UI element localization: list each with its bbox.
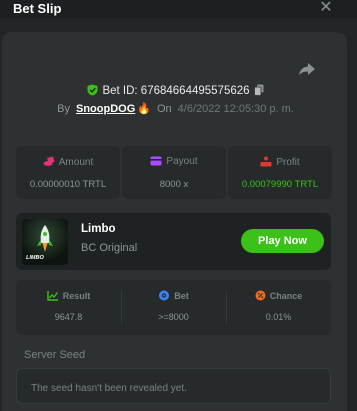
result-column: Result 9647.8: [16, 280, 121, 335]
stat-value: 0.00079990 TRTL: [241, 179, 319, 190]
page-title: Bet Slip: [13, 1, 62, 16]
wallet-icon: [150, 156, 162, 166]
bet-id: Bet ID: 67684664495575626: [102, 85, 250, 97]
server-seed-label: Server Seed: [24, 349, 86, 361]
stat-label: Profit: [276, 157, 300, 168]
target-icon: [159, 290, 170, 301]
chance-label: Chance: [269, 291, 303, 301]
bet-date: 4/6/2022 12:05:30 p. m.: [177, 103, 294, 115]
game-card: LIMBO Limbo BC Original Play Now: [16, 213, 331, 270]
amount-stat: Amount 0.00000010 TRTL: [16, 146, 120, 199]
by-label: By: [57, 103, 70, 115]
thumbnail-text: LIMBO: [26, 255, 44, 261]
bet-column: Bet >=8000: [121, 280, 226, 335]
chance-column: Chance 0.01%: [226, 280, 331, 335]
stat-label: Payout: [166, 156, 198, 167]
close-icon[interactable]: ✕: [317, 0, 335, 17]
stat-label: Amount: [58, 157, 94, 168]
server-seed-text: The seed hasn't been revealed yet.: [31, 383, 187, 394]
result-label: Result: [62, 291, 91, 301]
server-seed-field[interactable]: The seed hasn't been revealed yet.: [16, 368, 331, 404]
bet-id-row: Bet ID: 67684664495575626: [0, 84, 351, 100]
on-label: On: [156, 103, 172, 115]
shield-icon: [87, 84, 98, 96]
profit-stat: Profit 0.00079990 TRTL: [228, 146, 332, 199]
bet-meta-row: By SnoopDOG 🔥 On 4/6/2022 12:05:30 p. m.: [0, 102, 351, 118]
bet-value: >=8000: [158, 312, 189, 322]
result-value: 9647.8: [54, 312, 83, 322]
chance-value: 0.01%: [265, 312, 292, 322]
game-name: Limbo: [81, 223, 116, 235]
result-panel: Result 9647.8 Bet >=8000 Chance 0.01%: [16, 280, 331, 335]
share-icon[interactable]: [298, 62, 316, 76]
stat-value: 8000 x: [159, 179, 189, 190]
bet-label: Bet: [174, 291, 189, 301]
podium-icon: [260, 156, 272, 167]
percent-icon: [255, 290, 266, 301]
fire-icon: 🔥: [137, 103, 151, 115]
game-subtitle: BC Original: [81, 242, 138, 254]
chart-icon: [47, 291, 58, 301]
user-link[interactable]: SnoopDOG: [76, 103, 135, 115]
payout-stat: Payout 8000 x: [122, 146, 226, 199]
stat-value: 0.00000010 TRTL: [29, 179, 107, 190]
game-thumbnail[interactable]: LIMBO: [22, 219, 68, 265]
coins-icon: [43, 156, 55, 166]
play-now-button[interactable]: Play Now: [241, 229, 324, 253]
copy-icon[interactable]: [253, 84, 264, 96]
